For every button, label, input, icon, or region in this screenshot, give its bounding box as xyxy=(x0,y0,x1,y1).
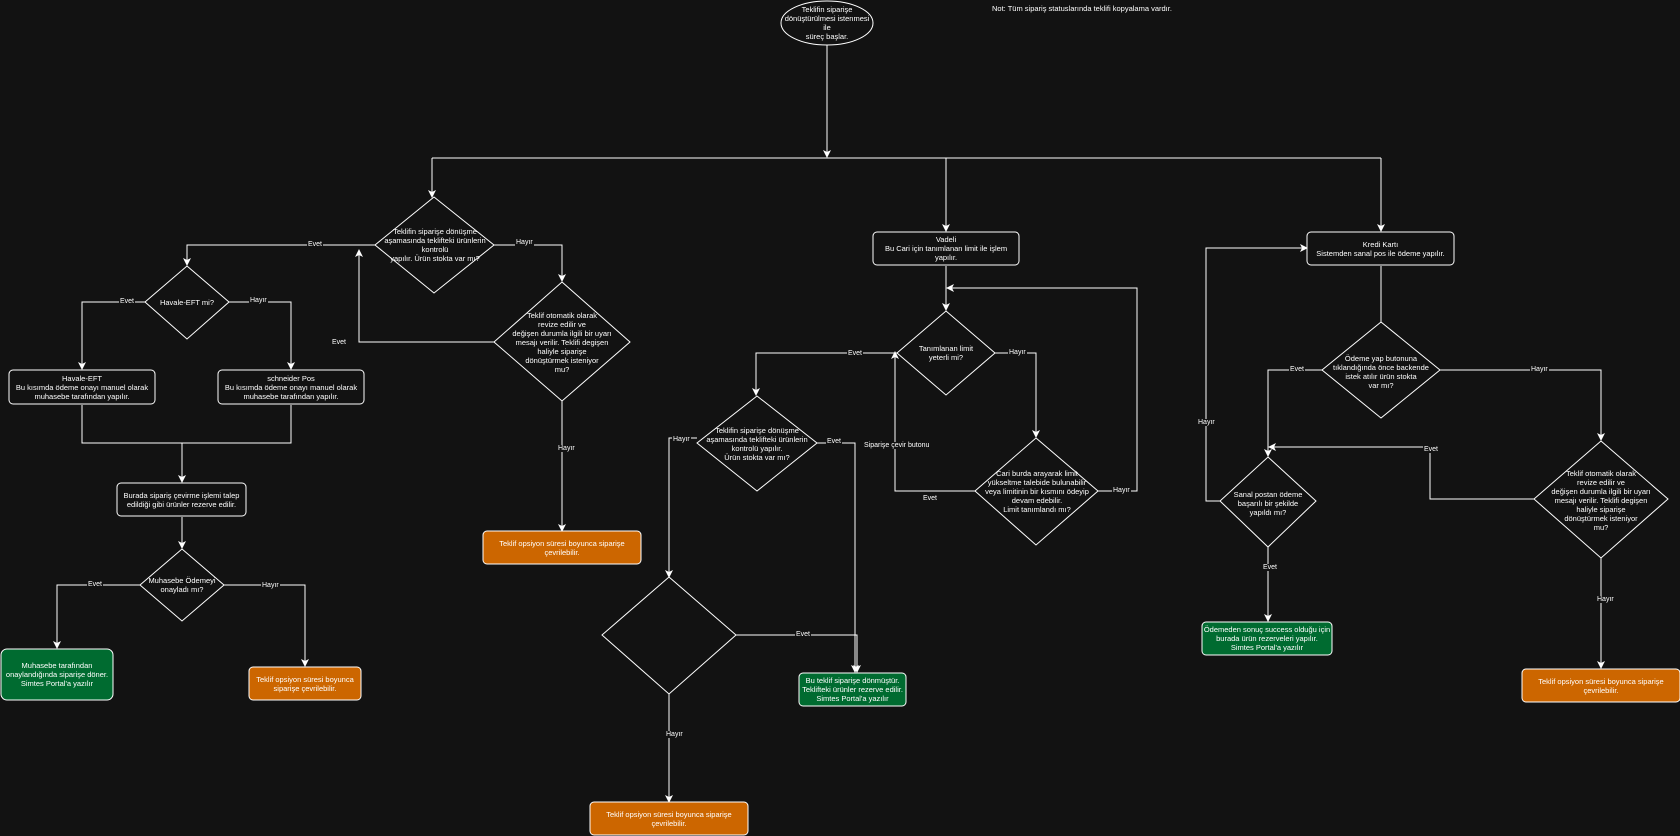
edge-label-hayir: Hayır xyxy=(672,436,691,443)
edge-label-evet: Evet xyxy=(826,438,843,445)
edge-label-evet: Evet xyxy=(795,631,812,638)
edge-label-hayir: Hayır xyxy=(1596,596,1615,603)
pay-decision xyxy=(1321,321,1441,419)
edge-label-evet: Evet xyxy=(1423,446,1440,453)
edge-label-evet: Evet xyxy=(1289,366,1306,373)
edge-label-evet: Evet xyxy=(922,495,939,502)
edge-label-hayir: Hayır xyxy=(1197,419,1216,426)
edge-label-evet: Evet xyxy=(307,241,324,248)
flowchart-canvas xyxy=(0,0,1680,836)
edge-label-evet: Evet xyxy=(87,581,104,588)
mid-option-box xyxy=(589,801,749,836)
havale-box xyxy=(8,369,156,405)
sanal-decision xyxy=(1219,456,1317,548)
edge-label-evet: Evet xyxy=(331,339,348,346)
edge-sanal-hayir xyxy=(1205,244,1308,502)
edge-stock-left-evet xyxy=(183,244,375,266)
edge-pay-evet xyxy=(1264,369,1322,457)
stock-mid-decision xyxy=(696,395,818,492)
edge-label-evet: Evet xyxy=(1262,564,1279,571)
limit-decision xyxy=(896,310,996,396)
edge-auto-right-evet xyxy=(1268,443,1534,500)
right-option-box xyxy=(1521,668,1680,703)
start-node xyxy=(780,0,874,46)
edge-label-evet: Evet xyxy=(119,298,136,305)
edge-label-hayir: Hayır xyxy=(261,582,280,589)
shapes xyxy=(0,0,1680,836)
edge-stock-mid-evet xyxy=(817,442,859,673)
edge-label-siparise-cevir: Siparişe çevir butonu xyxy=(863,442,931,449)
edge-accounting-hayir xyxy=(224,584,309,667)
kredi-box xyxy=(1306,231,1455,266)
mid-done-box xyxy=(798,672,907,707)
left-option-box xyxy=(482,530,642,565)
reserve-box xyxy=(116,482,247,517)
edge-limit-evet xyxy=(752,352,897,396)
edge-stock-mid-hayir xyxy=(665,437,697,578)
schneider-box xyxy=(217,369,365,405)
accounting-decision xyxy=(139,548,225,622)
edge-label-hayir: Hayır xyxy=(557,445,576,452)
auto-mid-decision xyxy=(601,576,737,695)
edge-label-hayir: Hayır xyxy=(665,731,684,738)
havale-decision xyxy=(144,265,230,340)
call-decision xyxy=(974,437,1099,546)
edge-label-hayir: Hayır xyxy=(515,239,534,246)
edge-havale-evet xyxy=(78,301,145,370)
edge-label-hayir: Hayır xyxy=(1530,366,1549,373)
edge-limit-hayir xyxy=(995,352,1040,438)
accounting-no-box xyxy=(248,666,362,701)
right-done-box xyxy=(1201,621,1333,656)
stock-left-decision xyxy=(374,196,495,294)
edge-havale-merge xyxy=(81,405,292,444)
accounting-yes-box xyxy=(0,648,114,701)
edge-stock-left-hayir xyxy=(494,244,566,282)
edge-label-evet: Evet xyxy=(847,350,864,357)
edge-pay-hayir xyxy=(1440,369,1605,441)
auto-right-decision xyxy=(1533,440,1669,559)
edge-label-hayir: Hayır xyxy=(249,297,268,304)
edge-label-hayir: Hayır xyxy=(1112,487,1131,494)
vadeli-box xyxy=(872,231,1020,266)
edge-havale-hayir xyxy=(229,301,295,370)
edge-auto-mid-evet xyxy=(736,634,861,673)
diagram-note: Not: Tüm sipariş statuslarında teklifi k… xyxy=(992,4,1172,13)
edge-label-hayir: Hayır xyxy=(1008,349,1027,356)
auto-left-decision xyxy=(493,281,631,402)
edge-accounting-evet xyxy=(53,584,140,649)
